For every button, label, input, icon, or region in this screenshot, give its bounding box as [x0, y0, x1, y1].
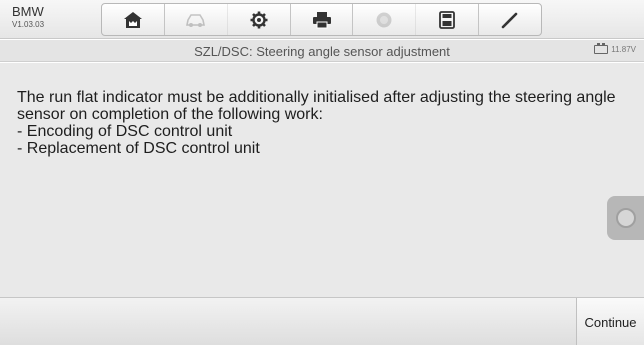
print-button[interactable]	[291, 4, 354, 35]
bottom-action-bar: Continue	[0, 297, 644, 345]
save-button[interactable]	[416, 4, 480, 35]
help-icon	[376, 12, 392, 27]
brand-name: BMW	[12, 4, 44, 19]
printer-icon	[312, 11, 331, 28]
battery-icon	[594, 43, 609, 54]
help-button[interactable]	[353, 4, 417, 35]
battery-voltage: 11.87V	[611, 45, 636, 54]
page-title: SZL/DSC: Steering angle sensor adjustmen…	[194, 44, 450, 59]
toolbar-buttons	[101, 3, 542, 36]
function-title-bar: SZL/DSC: Steering angle sensor adjustmen…	[0, 40, 644, 62]
gear-icon	[250, 11, 268, 28]
floating-menu-handle[interactable]	[607, 196, 644, 240]
message-line: - Replacement of DSC control unit	[17, 140, 260, 157]
message-line: The run flat indicator must be additiona…	[17, 89, 616, 106]
annotate-button[interactable]	[479, 4, 541, 35]
home-button[interactable]	[102, 4, 165, 35]
top-toolbar: BMW V1.03.03	[0, 0, 644, 39]
circle-icon	[615, 208, 636, 228]
software-version: V1.03.03	[12, 20, 45, 29]
vehicle-swap-icon	[185, 13, 205, 27]
instruction-message: The run flat indicator must be additiona…	[17, 89, 627, 157]
settings-button[interactable]	[228, 4, 291, 35]
pen-icon	[501, 12, 518, 28]
home-icon	[123, 11, 142, 28]
continue-button[interactable]: Continue	[576, 298, 644, 345]
save-icon	[439, 10, 456, 29]
message-line: - Encoding of DSC control unit	[17, 123, 233, 140]
brand-block: BMW V1.03.03	[12, 5, 44, 31]
battery-status: 11.87V	[594, 43, 636, 54]
message-line: sensor on completion of the following wo…	[17, 106, 323, 123]
vehicle-swap-button[interactable]	[165, 4, 228, 35]
